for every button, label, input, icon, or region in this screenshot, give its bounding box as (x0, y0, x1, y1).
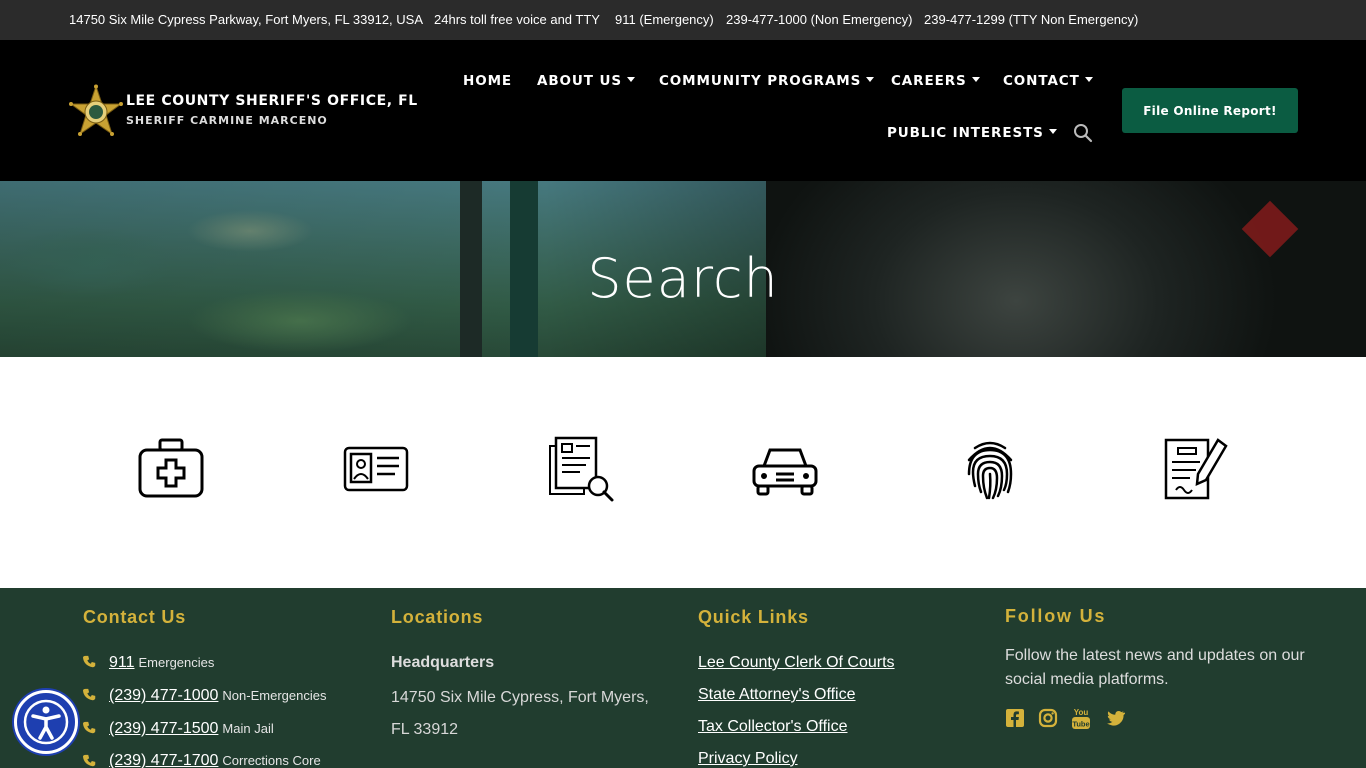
contact-item: 911 Emergencies (109, 654, 214, 672)
contact-item: (239) 477-1700 Corrections Core (109, 752, 321, 768)
site-footer: Contact Us 911 Emergencies (239) 477-1000… (0, 588, 1366, 768)
caret-down-icon (866, 76, 875, 82)
phone-icon (83, 721, 96, 734)
nav-careers-label: CAREERS (891, 73, 967, 89)
contact-note: Emergencies (138, 655, 215, 670)
quick-link-privacy-policy[interactable]: Privacy Policy (698, 750, 798, 768)
contact-item: (239) 477-1500 Main Jail (109, 720, 274, 738)
nav-public-label: PUBLIC INTERESTS (887, 125, 1044, 141)
location-address: 14750 Six Mile Cypress, Fort Myers, FL 3… (391, 689, 649, 738)
nav-community-programs[interactable]: COMMUNITY PROGRAMS (659, 73, 875, 89)
hero-banner: Search (0, 181, 1366, 357)
document-search-icon[interactable] (546, 434, 616, 504)
caret-down-icon (626, 76, 635, 82)
site-title[interactable]: LEE COUNTY SHERIFF'S OFFICE, FL (126, 93, 418, 109)
svg-text:You: You (1074, 708, 1089, 717)
nav-about-us[interactable]: ABOUT US (537, 73, 635, 89)
report-form-icon[interactable] (1160, 434, 1230, 504)
nav-public-interests[interactable]: PUBLIC INTERESTS (887, 125, 1057, 141)
car-icon[interactable] (750, 434, 820, 504)
nav-home[interactable]: HOME (463, 73, 512, 89)
contact-phone-link[interactable]: (239) 477-1700 (109, 752, 218, 768)
contact-item: (239) 477-1000 Non-Emergencies (109, 687, 326, 705)
phone-icon (83, 655, 96, 668)
accessibility-icon (23, 699, 69, 745)
svg-text:Tube: Tube (1072, 720, 1089, 729)
topbar-tty-non-emergency[interactable]: 239-477-1299 (TTY Non Emergency) (924, 12, 1138, 27)
footer-contact-heading: Contact Us (83, 607, 187, 627)
medical-kit-icon[interactable] (136, 434, 206, 504)
facebook-icon[interactable] (1005, 708, 1025, 728)
search-icon[interactable] (1073, 123, 1093, 143)
fingerprint-icon[interactable] (955, 434, 1025, 504)
contact-note: Main Jail (222, 721, 274, 736)
phone-icon (83, 754, 96, 767)
quick-link-state-attorney[interactable]: State Attorney's Office (698, 686, 856, 704)
phone-icon (83, 688, 96, 701)
youtube-icon[interactable]: You Tube (1071, 706, 1091, 730)
footer-locations-heading: Locations (391, 607, 484, 627)
instagram-icon[interactable] (1038, 708, 1058, 728)
nav-community-label: COMMUNITY PROGRAMS (659, 73, 862, 89)
topbar-address: 14750 Six Mile Cypress Parkway, Fort Mye… (69, 12, 424, 27)
file-online-report-button[interactable]: File Online Report! (1122, 88, 1298, 133)
accessibility-button[interactable] (14, 690, 78, 754)
contact-phone-link[interactable]: 911 (109, 654, 135, 671)
contact-phone-link[interactable]: (239) 477-1500 (109, 720, 218, 737)
site-subtitle: SHERIFF CARMINE MARCENO (126, 114, 328, 127)
topbar-non-emergency[interactable]: 239-477-1000 (Non Emergency) (726, 12, 912, 27)
contact-note: Non-Emergencies (222, 688, 327, 703)
topbar-emergency[interactable]: 911 (Emergency) (615, 12, 714, 27)
site-header: LEE COUNTY SHERIFF'S OFFICE, FL SHERIFF … (0, 40, 1366, 181)
quick-link-clerk-of-courts[interactable]: Lee County Clerk Of Courts (698, 654, 895, 672)
quick-link-tax-collector[interactable]: Tax Collector's Office (698, 718, 847, 736)
follow-description: Follow the latest news and updates on ou… (1005, 647, 1305, 688)
twitter-icon[interactable] (1105, 708, 1125, 728)
contact-phone-link[interactable]: (239) 477-1000 (109, 687, 218, 704)
nav-home-label: HOME (463, 73, 513, 89)
caret-down-icon (971, 76, 980, 82)
page-title: Search (587, 247, 779, 310)
sheriff-badge-icon[interactable] (68, 84, 124, 140)
caret-down-icon (1084, 76, 1093, 82)
topbar-tty: 24hrs toll free voice and TTY (434, 12, 600, 27)
nav-contact-label: CONTACT (1003, 73, 1080, 89)
footer-follow-heading: Follow Us (1005, 606, 1107, 626)
caret-down-icon (1048, 128, 1057, 134)
contact-note: Corrections Core (222, 753, 321, 768)
top-info-bar: 14750 Six Mile Cypress Parkway, Fort Mye… (0, 0, 1366, 40)
nav-careers[interactable]: CAREERS (891, 73, 980, 89)
id-card-icon[interactable] (341, 434, 411, 504)
location-hq-label: Headquarters (391, 654, 495, 671)
nav-contact[interactable]: CONTACT (1003, 73, 1093, 89)
nav-about-label: ABOUT US (537, 73, 622, 89)
footer-quick-links-heading: Quick Links (698, 607, 809, 627)
